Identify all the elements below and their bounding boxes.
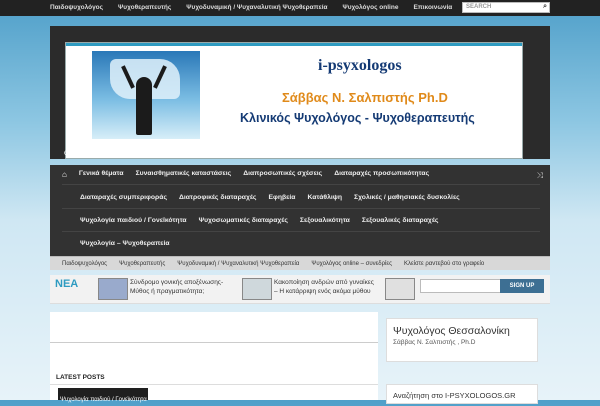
content-block: [50, 312, 378, 343]
header-banner[interactable]: i-psyxologos Σάββας Ν. Σαλπιστής Ph.D Κλ…: [65, 42, 523, 159]
nav-divider: [62, 184, 540, 185]
search-input[interactable]: SEARCH ⌕: [462, 2, 550, 13]
sidebar: Ψυχολόγος Θεσσαλονίκη Σάββας Ν. Σαλπιστή…: [386, 318, 538, 404]
signup-button[interactable]: SIGN UP: [500, 279, 544, 293]
latest-post-category: Ψυχολογία παιδιού / Γονεϊκότητα: [60, 397, 147, 403]
subnav-item[interactable]: Ψυχοδυναμική / Ψυχαναλυτική Ψυχοθεραπεία: [177, 261, 299, 267]
nav-row-3: Ψυχολογία παιδιού / Γονεϊκότητα Ψυχοσωμα…: [74, 217, 444, 224]
subnav-item[interactable]: Ψυχοθεραπευτής: [119, 261, 165, 267]
logo-image: [92, 51, 200, 139]
nav-item[interactable]: Ψυχολογία παιδιού / Γονεϊκότητα: [74, 217, 193, 224]
widget-subtitle: Σάββας Ν. Σαλπιστής , Ph.D: [393, 339, 476, 346]
news-thumbnail[interactable]: [98, 278, 128, 300]
ticker-label: ΝΕΑ: [55, 278, 79, 290]
nav-item[interactable]: Σχολικές / μαθησιακές δυσκολίες: [348, 194, 466, 201]
sidebar-widget-search: Αναζήτηση στο I-PSYXOLOGOS.GR: [386, 384, 538, 404]
top-menu-item[interactable]: Παιδοψυχολόγος: [50, 4, 103, 11]
site-title: i-psyxologos: [318, 57, 402, 74]
nav-item[interactable]: Κατάθλιψη: [301, 194, 348, 201]
site-tagline: Θέματα ψυχολογίας: [64, 150, 121, 157]
nav-divider: [62, 208, 540, 209]
subnav-item[interactable]: Κλείστε ραντεβού στο γραφείο: [404, 261, 484, 267]
latest-post-thumbnail[interactable]: Ψυχολογία παιδιού / Γονεϊκότητα: [58, 388, 148, 403]
main-content: LATEST POSTS Ψυχολογία παιδιού / Γονεϊκό…: [50, 312, 378, 403]
nav-item[interactable]: Διαταραχές συμπεριφοράς: [74, 194, 173, 201]
top-bar: Παιδοψυχολόγος Ψυχοθεραπευτής Ψυχοδυναμι…: [0, 0, 600, 16]
subnav-item[interactable]: Ψυχολόγος online – συνεδρίες: [311, 261, 392, 267]
nav-item[interactable]: Συναισθηματικές καταστάσεις: [130, 170, 238, 179]
nav-item[interactable]: Διαταραχές προσωπικότητας: [328, 170, 435, 179]
nav-item[interactable]: Ψυχολογία – Ψυχοθεραπεία: [74, 240, 176, 247]
news-item[interactable]: Κακοποίηση ανδρών από γυναίκες – Η κατάρ…: [274, 278, 374, 296]
widget-title: Ψυχολόγος Θεσσαλονίκη: [393, 325, 510, 337]
top-menu: Παιδοψυχολόγος Ψυχοθεραπευτής Ψυχοδυναμι…: [50, 4, 452, 11]
widget-title: Αναζήτηση στο I-PSYXOLOGOS.GR: [393, 391, 516, 400]
search-icon[interactable]: ⌕: [543, 3, 547, 11]
figure-silhouette: [136, 77, 152, 135]
news-thumbnail[interactable]: [242, 278, 272, 300]
news-item[interactable]: Σύνδρομο γονικής αποξένωσης- Μύθος ή πρα…: [130, 278, 230, 296]
top-menu-item[interactable]: Ψυχοδυναμική / Ψυχαναλυτική Ψυχοθεραπεία: [186, 4, 327, 11]
search-placeholder: SEARCH: [466, 4, 492, 10]
nav-item[interactable]: Διαπροσωπικές σχέσεις: [237, 170, 328, 179]
nav-row-2: Διαταραχές συμπεριφοράς Διατροφικές διατ…: [74, 194, 466, 201]
nav-item[interactable]: Σεξουαλικότητα: [294, 217, 356, 224]
latest-posts-heading: LATEST POSTS: [56, 374, 105, 381]
secondary-nav: Παιδοψυχολόγος Ψυχοθεραπευτής Ψυχοδυναμι…: [50, 256, 550, 270]
nav-row-1: ⌂ Γενικά θέματα Συναισθηματικές καταστάσ…: [62, 170, 435, 179]
top-menu-item[interactable]: Επικοινωνία: [413, 4, 452, 11]
subnav-item[interactable]: Παιδοψυχολόγος: [62, 261, 107, 267]
top-menu-item[interactable]: Ψυχολόγος online: [343, 4, 399, 11]
share-icon[interactable]: ⤨: [537, 171, 543, 181]
nav-row-4: Ψυχολογία – Ψυχοθεραπεία: [74, 240, 176, 247]
home-icon[interactable]: ⌂: [62, 170, 73, 179]
main-nav: ⤨ ⌂ Γενικά θέματα Συναισθηματικές καταστ…: [50, 165, 550, 256]
banner-accent-line: [66, 43, 522, 46]
nav-item[interactable]: Σεξουαλικές διαταραχές: [356, 217, 445, 224]
latest-posts-divider: [50, 384, 378, 385]
doctor-name: Σάββας Ν. Σαλπιστής Ph.D: [282, 90, 448, 105]
nav-divider: [62, 231, 540, 232]
nav-item[interactable]: Ψυχοσωματικές διαταραχές: [193, 217, 294, 224]
news-thumbnail[interactable]: [385, 278, 415, 300]
site-header: i-psyxologos Σάββας Ν. Σαλπιστής Ph.D Κλ…: [50, 26, 550, 159]
nav-item[interactable]: Γενικά θέματα: [73, 170, 130, 179]
top-menu-item[interactable]: Ψυχοθεραπευτής: [118, 4, 171, 11]
news-ticker: ΝΕΑ Σύνδρομο γονικής αποξένωσης- Μύθος ή…: [50, 275, 550, 304]
sidebar-widget-about: Ψυχολόγος Θεσσαλονίκη Σάββας Ν. Σαλπιστή…: [386, 318, 538, 362]
nav-item[interactable]: Διατροφικές διαταραχές: [173, 194, 262, 201]
nav-item[interactable]: Εφηβεία: [262, 194, 301, 201]
doctor-subtitle: Κλινικός Ψυχολόγος - Ψυχοθεραπευτής: [240, 111, 475, 125]
